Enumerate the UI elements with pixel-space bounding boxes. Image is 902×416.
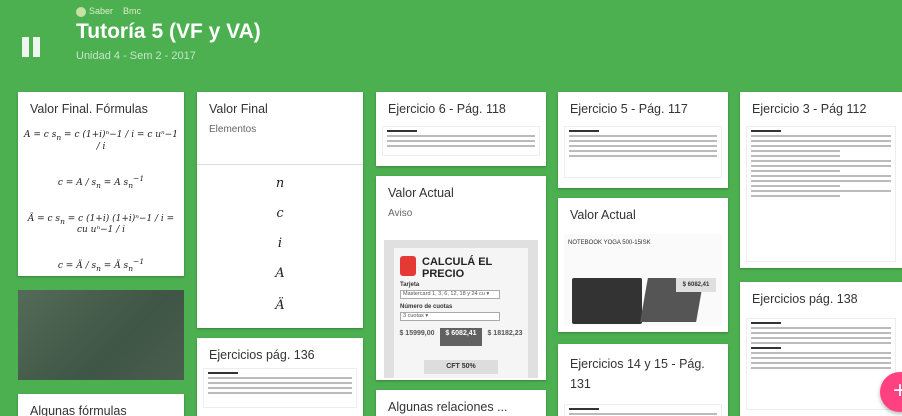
card-valor-final[interactable]: Valor Final Elementos n c i A Ä xyxy=(197,92,363,328)
variable-a: A xyxy=(275,266,285,281)
exercise-thumbnail xyxy=(564,404,722,416)
card-title: Algunas relaciones ... xyxy=(388,400,508,414)
card-algunas-relaciones[interactable]: Algunas relaciones ... xyxy=(376,390,546,416)
chalkboard-image[interactable] xyxy=(18,290,184,380)
tarjeta-label: Tarjeta xyxy=(400,282,420,288)
laptop-image xyxy=(572,278,642,324)
card-ejercicios-14-15[interactable]: Ejercicios 14 y 15 - Pág. 131 xyxy=(558,344,728,416)
card-title: Ejercicio 3 - Pág 112 xyxy=(752,102,867,116)
exercise-thumbnail xyxy=(746,126,896,262)
page-subtitle: Unidad 4 - Sem 2 - 2017 xyxy=(76,50,196,62)
breadcrumb: Saber Bmc xyxy=(76,6,141,17)
card-formulas[interactable]: Valor Final. Fórmulas A = c sn = c (1+i)… xyxy=(18,92,184,276)
card-subtitle: Elementos xyxy=(209,124,257,135)
section-link[interactable]: Bmc xyxy=(123,6,141,16)
cuotas-label: Número de cuotas xyxy=(400,304,453,310)
ad-headline: CALCULÁ EL PRECIO xyxy=(422,256,493,280)
card-title: Valor Final. Fórmulas xyxy=(30,102,148,116)
card-title: Valor Actual xyxy=(570,208,636,222)
card-title: Valor Final xyxy=(209,102,268,116)
card-title: Valor Actual xyxy=(388,186,454,200)
variable-c: c xyxy=(276,206,284,221)
user-link[interactable]: Saber xyxy=(76,6,113,17)
card-valor-actual-aviso[interactable]: Valor Actual Aviso CALCULÁ EL PRECIO Tar… xyxy=(376,176,546,380)
variable-n: n xyxy=(275,176,285,191)
formula-image: A = c sn = c (1+i)ⁿ−1 / i = c uⁿ−1 / i c… xyxy=(24,130,178,274)
advertisement[interactable]: CALCULÁ EL PRECIO Tarjeta Mastercard 1, … xyxy=(384,240,538,378)
board-header: Saber Bmc Tutoría 5 (VF y VA) Unidad 4 -… xyxy=(0,0,902,80)
card-ejercicio-3[interactable]: Ejercicio 3 - Pág 112 xyxy=(740,92,902,268)
card-ejercicio-5[interactable]: Ejercicio 5 - Pág. 117 xyxy=(558,92,728,188)
price-cuota: $ 6082,41 xyxy=(440,328,482,346)
card-valor-actual-product[interactable]: Valor Actual NOTEBOOK YOGA 500-15ISK $ 6… xyxy=(558,198,728,332)
card-title: Ejercicios pág. 138 xyxy=(752,292,858,306)
card-title: Algunas fórmulas xyxy=(30,404,127,416)
exercise-thumbnail xyxy=(746,318,896,410)
card-algunas-formulas[interactable]: Algunas fórmulas xyxy=(18,394,184,416)
card-ejercicio-6[interactable]: Ejercicio 6 - Pág. 118 xyxy=(376,92,546,166)
page-title: Tutoría 5 (VF y VA) xyxy=(76,20,261,43)
board-logo-icon xyxy=(22,33,46,57)
price-final: $ 18182,23 xyxy=(487,330,523,337)
price-original: $ 15999,00 xyxy=(399,330,435,337)
exercise-thumbnail xyxy=(564,126,722,178)
exercise-thumbnail xyxy=(203,368,357,408)
product-price: $ 6082,41 xyxy=(676,278,716,292)
card-title: Ejercicios 14 y 15 - Pág. 131 xyxy=(570,357,705,391)
cft-label: CFT 50% xyxy=(424,360,498,374)
product-name: NOTEBOOK YOGA 500-15ISK xyxy=(568,240,651,246)
card-ejercicios-136[interactable]: Ejercicios pág. 136 xyxy=(197,338,363,416)
avatar xyxy=(76,6,86,17)
tarjeta-select[interactable]: Mastercard 1, 3, 6, 12, 18 y 24 cu ▾ xyxy=(400,290,500,299)
variable-a-umlaut: Ä xyxy=(275,298,285,313)
calculator-icon xyxy=(400,256,416,276)
card-title: Ejercicios pág. 136 xyxy=(209,348,315,362)
variable-i: i xyxy=(277,236,283,251)
card-ejercicios-138[interactable]: Ejercicios pág. 138 xyxy=(740,282,902,416)
cuotas-select[interactable]: 3 cuotas ▾ xyxy=(400,312,500,321)
card-subtitle: Aviso xyxy=(388,208,413,219)
exercise-thumbnail xyxy=(382,126,540,156)
user-name: Saber xyxy=(89,6,114,16)
card-title: Ejercicio 5 - Pág. 117 xyxy=(570,102,688,116)
card-title: Ejercicio 6 - Pág. 118 xyxy=(388,102,506,116)
